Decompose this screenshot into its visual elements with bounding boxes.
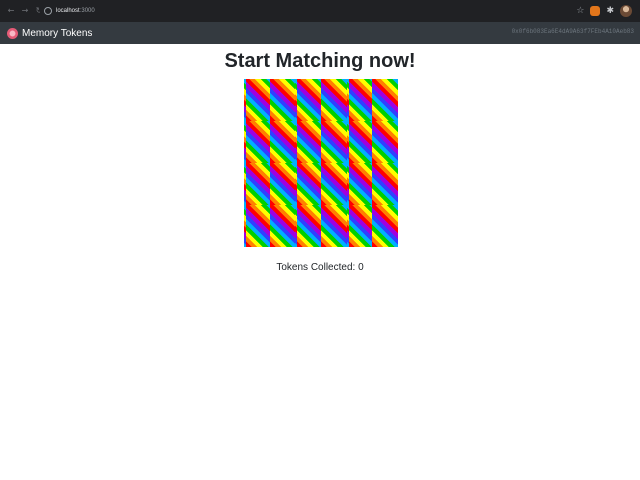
memory-card[interactable] — [269, 163, 296, 205]
memory-card[interactable] — [244, 205, 270, 247]
memory-card[interactable] — [295, 79, 321, 121]
extensions-puzzle-icon[interactable]: ✱ — [606, 6, 614, 16]
memory-card[interactable] — [320, 121, 347, 163]
tokens-collected: Tokens Collected: 0 — [276, 262, 364, 273]
profile-avatar[interactable] — [620, 5, 632, 17]
memory-card[interactable] — [244, 121, 270, 163]
address-bar[interactable]: localhost :3000 — [40, 4, 582, 18]
bookmark-star-icon[interactable]: ☆ — [576, 6, 584, 16]
memory-card[interactable] — [269, 79, 296, 121]
memory-card[interactable] — [269, 121, 296, 163]
brain-icon — [7, 27, 18, 39]
back-icon[interactable]: ← — [6, 6, 16, 16]
memory-card[interactable] — [346, 121, 373, 163]
memory-card[interactable] — [320, 205, 347, 247]
memory-card[interactable] — [372, 205, 398, 247]
url-port: :3000 — [79, 8, 95, 14]
page-title: Start Matching now! — [224, 50, 416, 72]
browser-actions: ☆ ✱ — [576, 4, 632, 18]
forward-icon[interactable]: → — [20, 6, 30, 16]
memory-card[interactable] — [295, 163, 321, 205]
memory-card[interactable] — [372, 163, 398, 205]
memory-card[interactable] — [372, 121, 398, 163]
browser-toolbar: ← → ↻ localhost :3000 ☆ ✱ — [0, 0, 640, 22]
memory-card[interactable] — [320, 163, 347, 205]
memory-card[interactable] — [244, 79, 270, 121]
card-grid — [244, 79, 398, 247]
metamask-fox-icon[interactable] — [590, 6, 601, 16]
info-icon[interactable] — [44, 7, 52, 15]
memory-card[interactable] — [244, 163, 270, 205]
app-navbar: Memory Tokens 0x0f6b083Ea6E4dA9A63f7FEb4… — [0, 22, 640, 44]
memory-card[interactable] — [372, 79, 398, 121]
memory-card[interactable] — [295, 121, 321, 163]
memory-card[interactable] — [346, 163, 373, 205]
brand-title[interactable]: Memory Tokens — [22, 28, 92, 39]
memory-card[interactable] — [346, 79, 373, 121]
memory-card[interactable] — [346, 205, 373, 247]
memory-card[interactable] — [320, 79, 347, 121]
url-host: localhost — [56, 8, 80, 14]
memory-card[interactable] — [269, 205, 296, 247]
memory-card[interactable] — [295, 205, 321, 247]
account-address: 0x0f6b083Ea6E4dA9A63f7FEb4A10Aeb83 — [511, 28, 634, 35]
